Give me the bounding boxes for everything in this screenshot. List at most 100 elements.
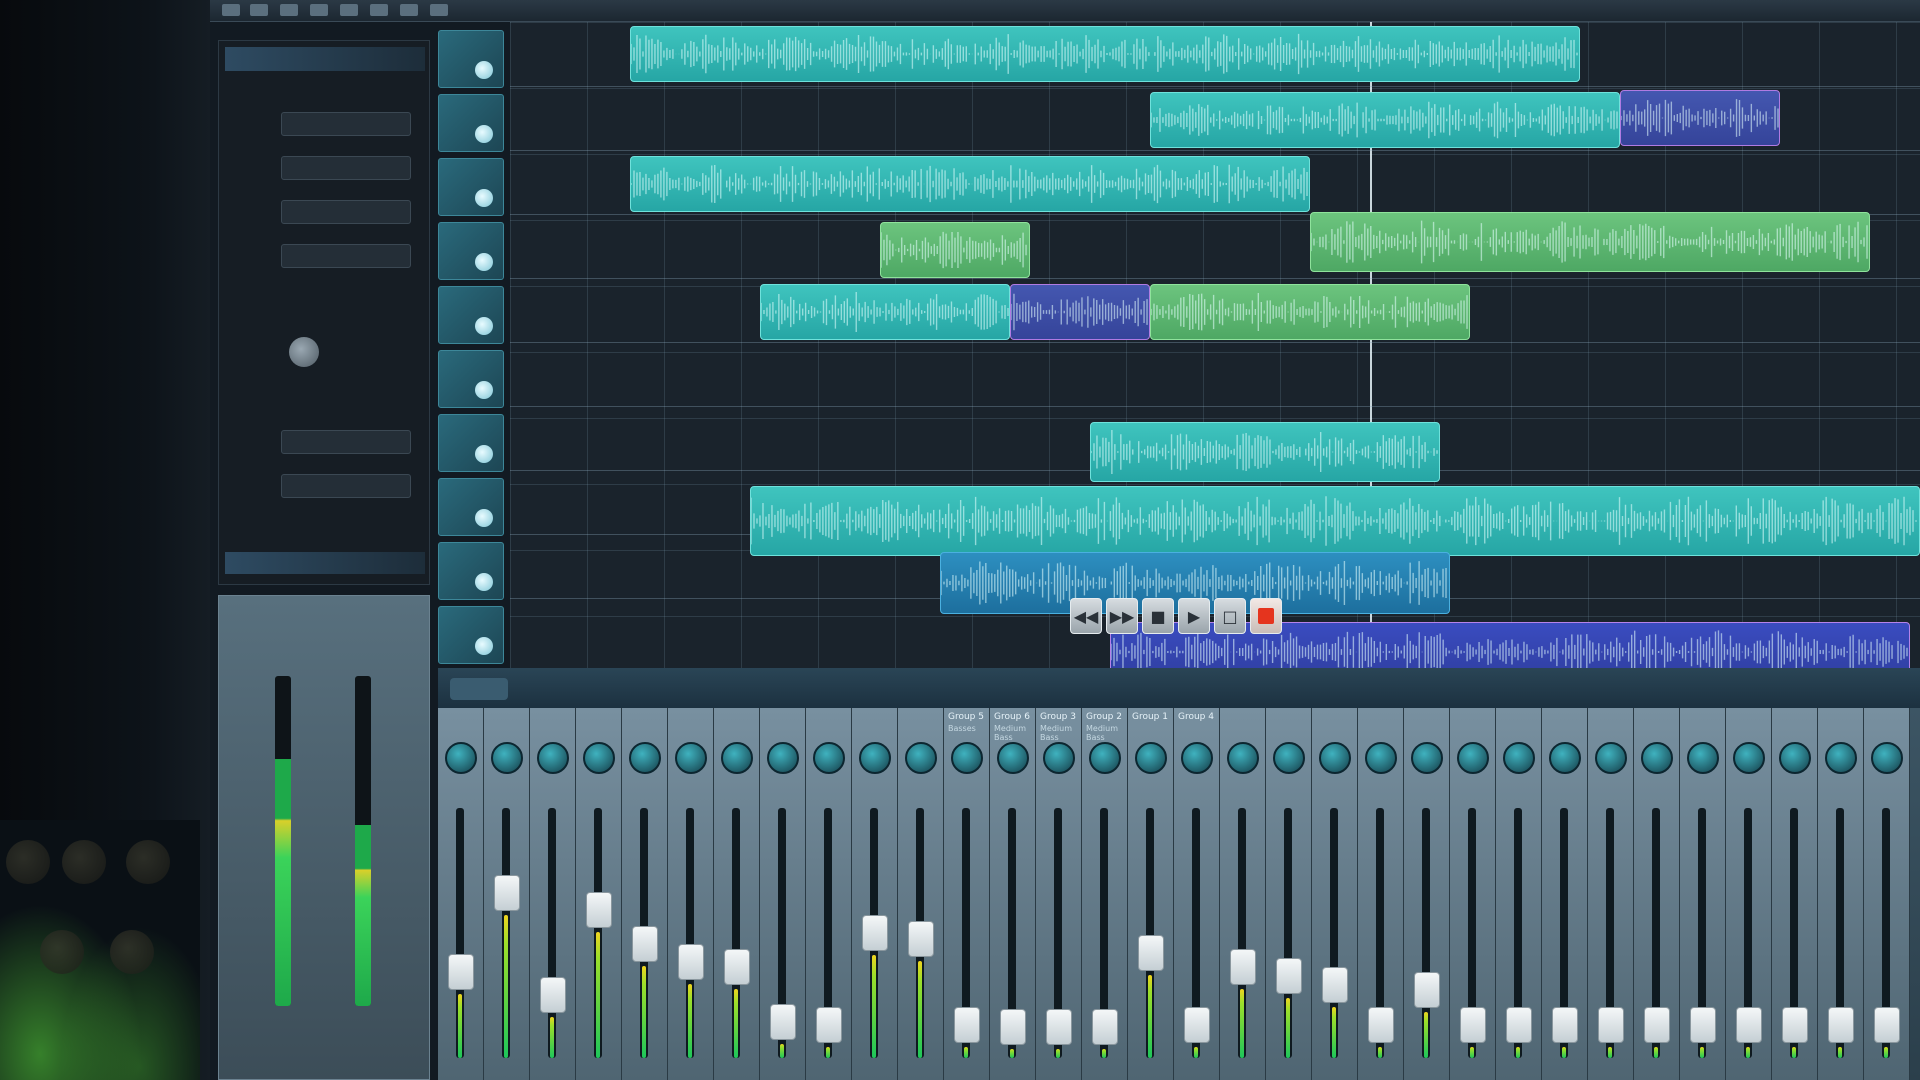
inspector-row[interactable]	[229, 429, 411, 455]
fader-cap[interactable]	[1598, 1006, 1624, 1043]
track-header[interactable]	[438, 606, 504, 664]
pan-knob[interactable]	[1135, 742, 1167, 774]
fader-cap[interactable]	[1644, 1006, 1670, 1043]
pan-knob[interactable]	[1779, 742, 1811, 774]
inspector-row[interactable]	[229, 111, 411, 137]
arrange-window[interactable]	[510, 22, 1920, 682]
audio-clip[interactable]	[1150, 92, 1620, 148]
mixer-title[interactable]	[450, 678, 508, 700]
fader-cap[interactable]	[1828, 1006, 1854, 1043]
track-header[interactable]	[438, 414, 504, 472]
fader-cap[interactable]	[1184, 1006, 1210, 1043]
fader-cap[interactable]	[1322, 967, 1348, 1004]
midi-clip[interactable]	[1010, 284, 1150, 340]
track-header[interactable]	[438, 350, 504, 408]
audio-clip[interactable]	[1310, 212, 1870, 272]
pan-knob[interactable]	[1503, 742, 1535, 774]
pan-knob[interactable]	[1181, 742, 1213, 774]
inspector-row[interactable]	[229, 155, 411, 181]
pan-knob[interactable]	[1687, 742, 1719, 774]
track-header[interactable]	[438, 30, 504, 88]
pan-knob[interactable]	[951, 742, 983, 774]
fader-cap[interactable]	[862, 914, 888, 951]
pan-knob[interactable]	[859, 742, 891, 774]
fader-cap[interactable]	[1736, 1006, 1762, 1043]
track-monitor-button[interactable]	[475, 381, 493, 399]
record-button[interactable]	[1250, 598, 1282, 634]
audio-clip[interactable]	[630, 156, 1310, 212]
fader-cap[interactable]	[1000, 1008, 1026, 1045]
pan-knob[interactable]	[767, 742, 799, 774]
track-monitor-button[interactable]	[475, 637, 493, 655]
fader-cap[interactable]	[1092, 1008, 1118, 1045]
track-monitor-button[interactable]	[475, 573, 493, 591]
pan-knob[interactable]	[905, 742, 937, 774]
inspector-field[interactable]	[281, 156, 411, 180]
pan-knob[interactable]	[1273, 742, 1305, 774]
fader-cap[interactable]	[632, 926, 658, 962]
fader-cap[interactable]	[540, 976, 566, 1013]
track-header[interactable]	[438, 542, 504, 600]
stop-button[interactable]: ■	[1142, 598, 1174, 634]
fader-cap[interactable]	[1046, 1008, 1072, 1045]
fader-cap[interactable]	[1690, 1006, 1716, 1043]
cycle-button[interactable]: □	[1214, 598, 1246, 634]
inspector-field[interactable]	[281, 474, 411, 498]
timeline-ruler[interactable]	[210, 0, 1920, 22]
fast-forward-button[interactable]: ▶▶	[1106, 598, 1138, 634]
fader-cap[interactable]	[1460, 1006, 1486, 1043]
pan-knob[interactable]	[445, 742, 477, 774]
pan-knob[interactable]	[675, 742, 707, 774]
audio-clip[interactable]	[760, 284, 1010, 340]
inspector-knob[interactable]	[289, 337, 319, 367]
pan-knob[interactable]	[1365, 742, 1397, 774]
fader-cap[interactable]	[954, 1006, 980, 1043]
track-header[interactable]	[438, 478, 504, 536]
track-monitor-button[interactable]	[475, 253, 493, 271]
fader-cap[interactable]	[908, 921, 934, 958]
fader-cap[interactable]	[1552, 1006, 1578, 1043]
inspector-field[interactable]	[281, 200, 411, 224]
track-monitor-button[interactable]	[475, 61, 493, 79]
track-header[interactable]	[438, 158, 504, 216]
fader-cap[interactable]	[448, 953, 474, 990]
track-header[interactable]	[438, 222, 504, 280]
fader-cap[interactable]	[1874, 1006, 1900, 1043]
pan-knob[interactable]	[1641, 742, 1673, 774]
fader-cap[interactable]	[1414, 972, 1440, 1008]
track-monitor-button[interactable]	[475, 445, 493, 463]
pan-knob[interactable]	[1319, 742, 1351, 774]
fader-cap[interactable]	[1368, 1006, 1394, 1043]
pan-knob[interactable]	[1457, 742, 1489, 774]
fader-cap[interactable]	[586, 891, 612, 928]
pan-knob[interactable]	[997, 742, 1029, 774]
audio-clip[interactable]	[630, 26, 1580, 82]
track-monitor-button[interactable]	[475, 509, 493, 527]
fader-cap[interactable]	[724, 949, 750, 985]
play-button[interactable]: ▶	[1178, 598, 1210, 634]
fader-cap[interactable]	[816, 1006, 842, 1043]
pan-knob[interactable]	[813, 742, 845, 774]
pan-knob[interactable]	[1227, 742, 1259, 774]
fader-cap[interactable]	[1506, 1006, 1532, 1043]
rewind-button[interactable]: ◀◀	[1070, 598, 1102, 634]
fader-cap[interactable]	[1276, 958, 1302, 995]
inspector-field[interactable]	[281, 112, 411, 136]
pan-knob[interactable]	[1549, 742, 1581, 774]
track-header[interactable]	[438, 94, 504, 152]
fader-cap[interactable]	[1138, 935, 1164, 972]
pan-knob[interactable]	[1043, 742, 1075, 774]
fader-cap[interactable]	[1782, 1006, 1808, 1043]
inspector-row[interactable]	[229, 243, 411, 269]
track-monitor-button[interactable]	[475, 189, 493, 207]
inspector-row[interactable]	[229, 473, 411, 499]
pan-knob[interactable]	[1825, 742, 1857, 774]
pan-knob[interactable]	[583, 742, 615, 774]
audio-clip[interactable]	[880, 222, 1030, 278]
pan-knob[interactable]	[1733, 742, 1765, 774]
pan-knob[interactable]	[1411, 742, 1443, 774]
fader-cap[interactable]	[678, 944, 704, 981]
inspector-row[interactable]	[229, 199, 411, 225]
fader-cap[interactable]	[1230, 949, 1256, 985]
track-header[interactable]	[438, 286, 504, 344]
